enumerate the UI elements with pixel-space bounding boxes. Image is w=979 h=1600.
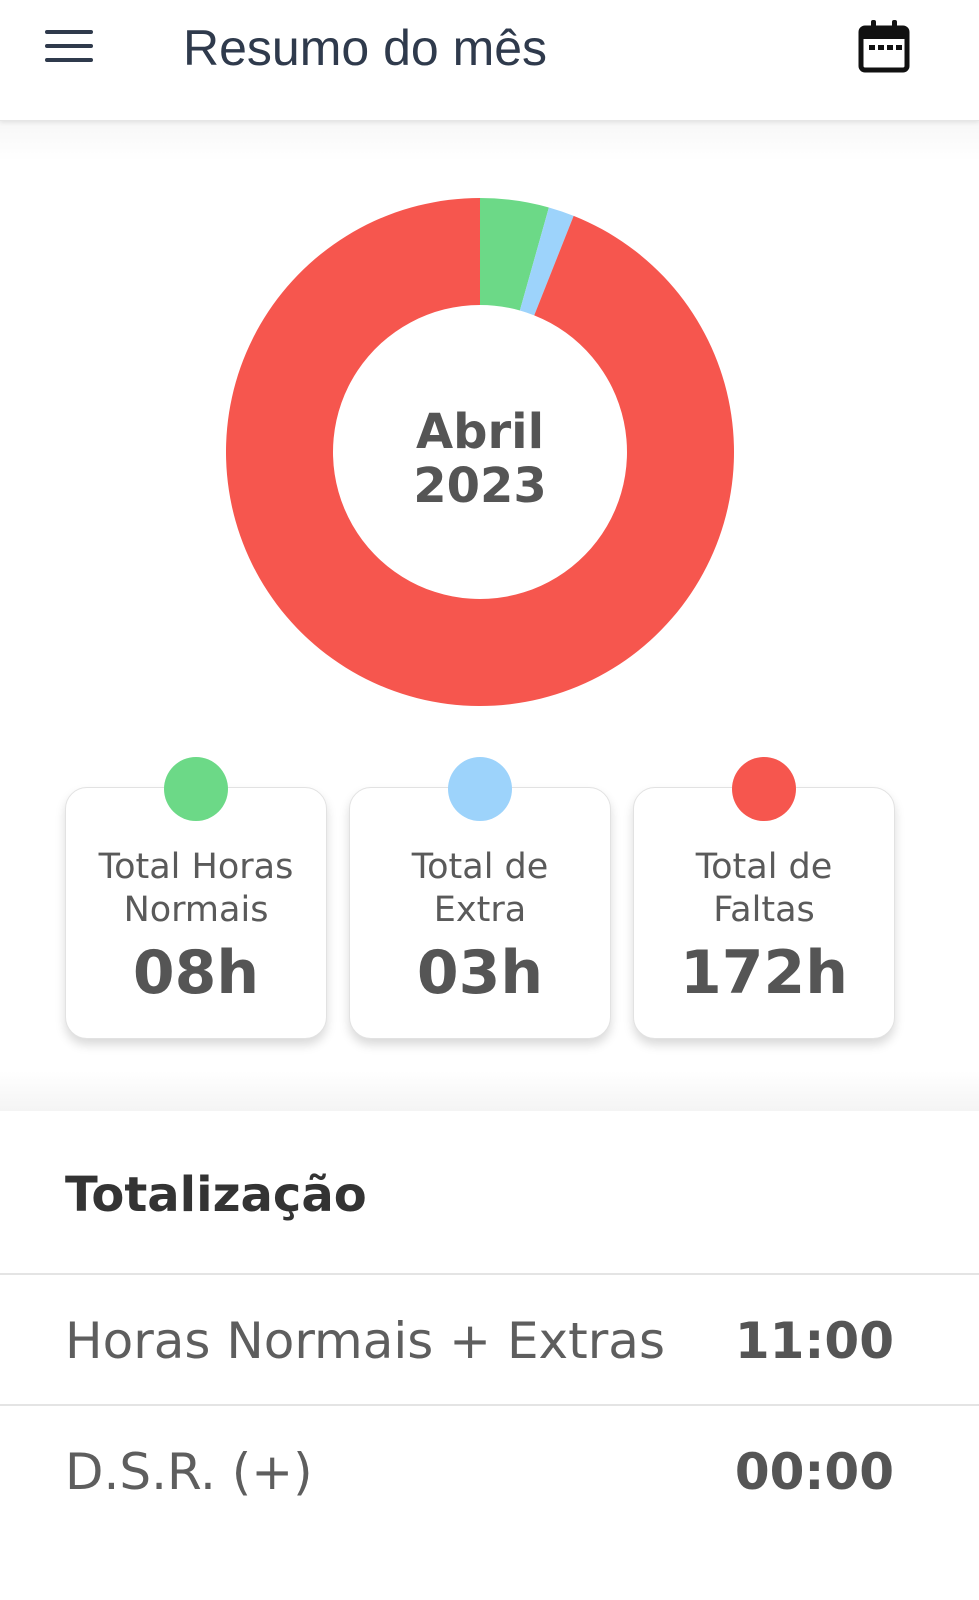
donut-month: Abril <box>415 404 545 460</box>
card-label: Total de Faltas <box>634 846 894 932</box>
app-header: Resumo do mês <box>0 0 979 121</box>
donut-center-label: Abril 2023 <box>380 405 580 513</box>
row-label: Horas Normais + Extras <box>65 1312 665 1370</box>
card-value: 03h <box>416 938 544 1008</box>
legend-dot-horas-normais <box>164 757 228 821</box>
card-label-line2: Faltas <box>713 890 815 930</box>
card-label: Total de Extra <box>350 846 610 932</box>
totals-row: Horas Normais + Extras 11:00 <box>0 1273 979 1405</box>
calendar-icon[interactable] <box>856 16 912 76</box>
card-value: 172h <box>680 938 848 1008</box>
card-value: 08h <box>132 938 260 1008</box>
legend-dot-faltas <box>732 757 796 821</box>
card-faltas: Total de Faltas 172h <box>633 757 895 1039</box>
row-value: 11:00 <box>734 1312 894 1370</box>
donut-year: 2023 <box>413 458 547 514</box>
card-horas-normais: Total Horas Normais 08h <box>65 757 327 1039</box>
card-label-line2: Normais <box>123 890 269 930</box>
card-label-line1: Total de <box>411 847 549 887</box>
totals-row: D.S.R. (+) 00:00 <box>0 1404 979 1536</box>
row-value: 00:00 <box>734 1443 894 1501</box>
totals-section: Totalização Horas Normais + Extras 11:00… <box>0 1113 979 1600</box>
totals-title: Totalização <box>65 1167 367 1223</box>
page-title: Resumo do mês <box>183 20 548 76</box>
hamburger-menu-icon[interactable] <box>40 26 100 70</box>
card-extra: Total de Extra 03h <box>349 757 611 1039</box>
legend-dot-extra <box>448 757 512 821</box>
card-label: Total Horas Normais <box>66 846 326 932</box>
card-label-line1: Total de <box>695 847 833 887</box>
card-label-line1: Total Horas <box>98 847 294 887</box>
row-label: D.S.R. (+) <box>65 1443 313 1501</box>
card-label-line2: Extra <box>433 890 527 930</box>
